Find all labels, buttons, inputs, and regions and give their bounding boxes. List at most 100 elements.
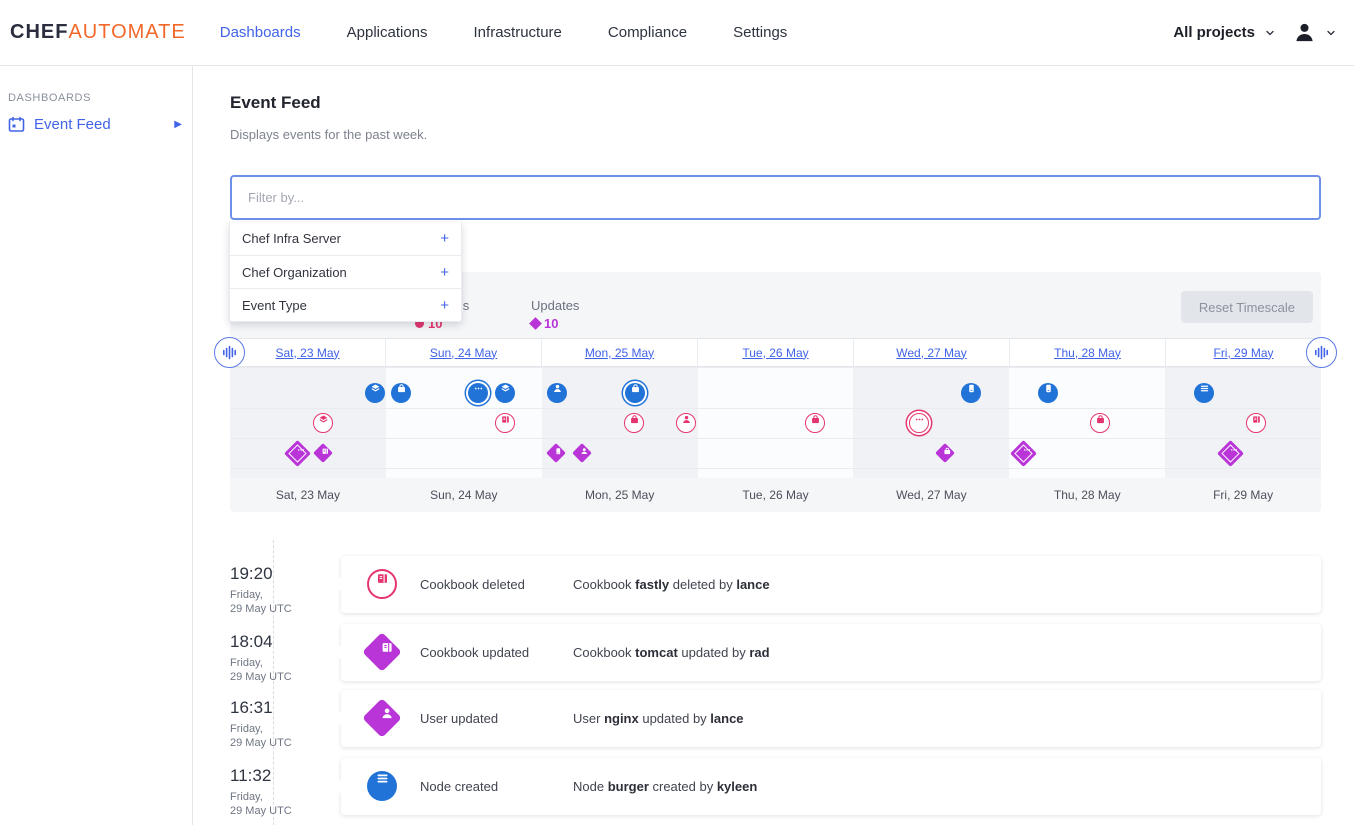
main-content: Event Feed Displays events for the past … [193,66,1354,825]
event-type-label: Cookbook updated [420,645,529,660]
timeline-event-marker[interactable] [313,413,333,433]
timeline-event-marker[interactable] [1194,383,1214,403]
bag-delete-icon [1090,413,1110,433]
sidebar-item-event-feed[interactable]: Event Feed ▶ [8,116,192,133]
timeline-event-marker[interactable] [495,383,515,403]
day-link-3[interactable]: Tue, 26 May [742,346,808,360]
nav-item-compliance[interactable]: Compliance [608,24,687,41]
top-nav: CHEFAUTOMATE Dashboards Applications Infra… [0,0,1354,66]
timescale-scrubber-right[interactable] [1306,337,1337,368]
page-subtitle: Displays events for the past week. [230,127,427,142]
ellipsis-create-icon [468,383,488,403]
nav-item-dashboards[interactable]: Dashboards [220,24,301,41]
timeline-column-4 [853,367,1009,478]
timeline-event-marker[interactable] [572,443,592,463]
reset-timescale-button[interactable]: Reset Timescale [1181,291,1313,323]
event-card[interactable]: Cookbook deletedCookbook fastly deleted … [341,556,1321,613]
timeline-event-marker[interactable] [365,383,385,403]
nav-right: All projects [1173,21,1336,44]
timeline-event-marker[interactable] [1038,383,1058,403]
timeline-event-marker[interactable] [495,413,515,433]
nav-item-settings[interactable]: Settings [733,24,787,41]
day-link-5[interactable]: Thu, 28 May [1054,346,1121,360]
expand-plus-icon[interactable]: + [440,264,449,281]
timeline-event-marker[interactable] [313,443,333,463]
timeline-event-marker[interactable] [625,383,645,403]
timeline-event-marker[interactable] [284,440,311,467]
timeline-event-marker[interactable] [468,383,488,403]
bag-create-icon [391,383,411,403]
event-type-icon-wrap [367,569,397,599]
event-description: User nginx updated by lance [573,711,744,726]
timeline-event-marker[interactable] [1217,440,1244,467]
updates-marker-icon [529,317,542,330]
timeline-event-marker[interactable] [546,443,566,463]
book-update-icon [313,443,333,463]
event-time: 16:31 [230,698,330,718]
event-card[interactable]: Cookbook updated Cookbook tomcat updated … [341,624,1321,681]
event-time: 19:20 [230,564,330,584]
card-tail [334,645,350,661]
timeline-event-marker[interactable] [1010,440,1037,467]
timeline-event-marker[interactable] [961,383,981,403]
timeline-event-marker[interactable] [624,413,644,433]
filter-category-chef-infra-server[interactable]: Chef Infra Server+ [230,222,461,255]
timeline-event-marker[interactable] [805,413,825,433]
timeline-event-marker[interactable] [676,413,696,433]
day-header-cell: Thu, 28 May [1009,339,1165,366]
projects-filter-button[interactable]: All projects [1173,24,1255,41]
day-header-cell: Tue, 26 May [697,339,853,366]
event-date: Friday,29 May UTC [230,791,330,819]
expand-plus-icon[interactable]: + [440,297,449,314]
expand-arrow-icon[interactable]: ▶ [174,119,182,130]
chevron-down-icon[interactable] [1265,28,1275,38]
gridline [230,367,1321,368]
nav-item-infrastructure[interactable]: Infrastructure [474,24,562,41]
day-link-6[interactable]: Fri, 29 May [1213,346,1273,360]
filter-category-chef-organization[interactable]: Chef Organization+ [230,255,461,288]
chef-automate-logo[interactable]: CHEFAUTOMATE [10,21,186,44]
node-update-icon [546,443,566,463]
event-time: 11:32 [230,766,330,786]
primary-nav: Dashboards Applications Infrastructure Comp… [220,24,788,41]
timeline-event-marker[interactable] [1090,413,1110,433]
day-link-2[interactable]: Mon, 25 May [585,346,654,360]
event-card[interactable]: Node createdNode burger created by kylee… [341,758,1321,815]
event-description: Cookbook tomcat updated by rad [573,645,770,660]
timeline-event-marker[interactable] [909,413,929,433]
event-time-group: 11:32 Friday,29 May UTC [230,766,330,819]
filter-input[interactable] [230,175,1321,220]
timeline-event-marker[interactable] [1246,413,1266,433]
filter-category-event-type[interactable]: Event Type+ [230,288,461,321]
updates-label: Updates [531,298,579,313]
day-link-1[interactable]: Sun, 24 May [430,346,497,360]
event-row: 19:20Friday,29 May UTCCookbook deletedCo… [230,556,1321,613]
person-create-icon [547,383,567,403]
ellipsis-update-icon [1217,440,1244,467]
day-link-0[interactable]: Sat, 23 May [275,346,339,360]
event-card[interactable]: User updated User nginx updated by lance [341,690,1321,747]
event-type-label: User updated [420,711,498,726]
event-row: 16:31Friday,29 May UTCUser updatedUser n… [230,690,1321,747]
event-description: Node burger created by kyleen [573,779,757,794]
timeline-event-marker[interactable] [547,383,567,403]
nav-item-applications[interactable]: Applications [347,24,428,41]
day-link-4[interactable]: Wed, 27 May [896,346,966,360]
user-avatar-icon[interactable] [1293,21,1316,44]
ellipsis-update-icon [1010,440,1037,467]
axis-label: Tue, 26 May [698,478,854,512]
expand-plus-icon[interactable]: + [440,230,449,247]
brand-chef: CHEF [10,21,68,43]
axis-label: Thu, 28 May [1009,478,1165,512]
sidebar-item-label: Event Feed [34,116,111,133]
card-tail [334,711,350,727]
chevron-down-icon[interactable] [1326,28,1336,38]
day-header-cell: Wed, 27 May [853,339,1009,366]
event-type-icon-wrap [367,771,397,801]
timeline-event-marker[interactable] [935,443,955,463]
layers-create-icon [495,383,515,403]
event-type-icon-wrap [367,637,397,667]
event-time-group: 18:04Friday,29 May UTC [230,632,330,685]
timeline-event-marker[interactable] [391,383,411,403]
timescale-scrubber-left[interactable] [214,337,245,368]
